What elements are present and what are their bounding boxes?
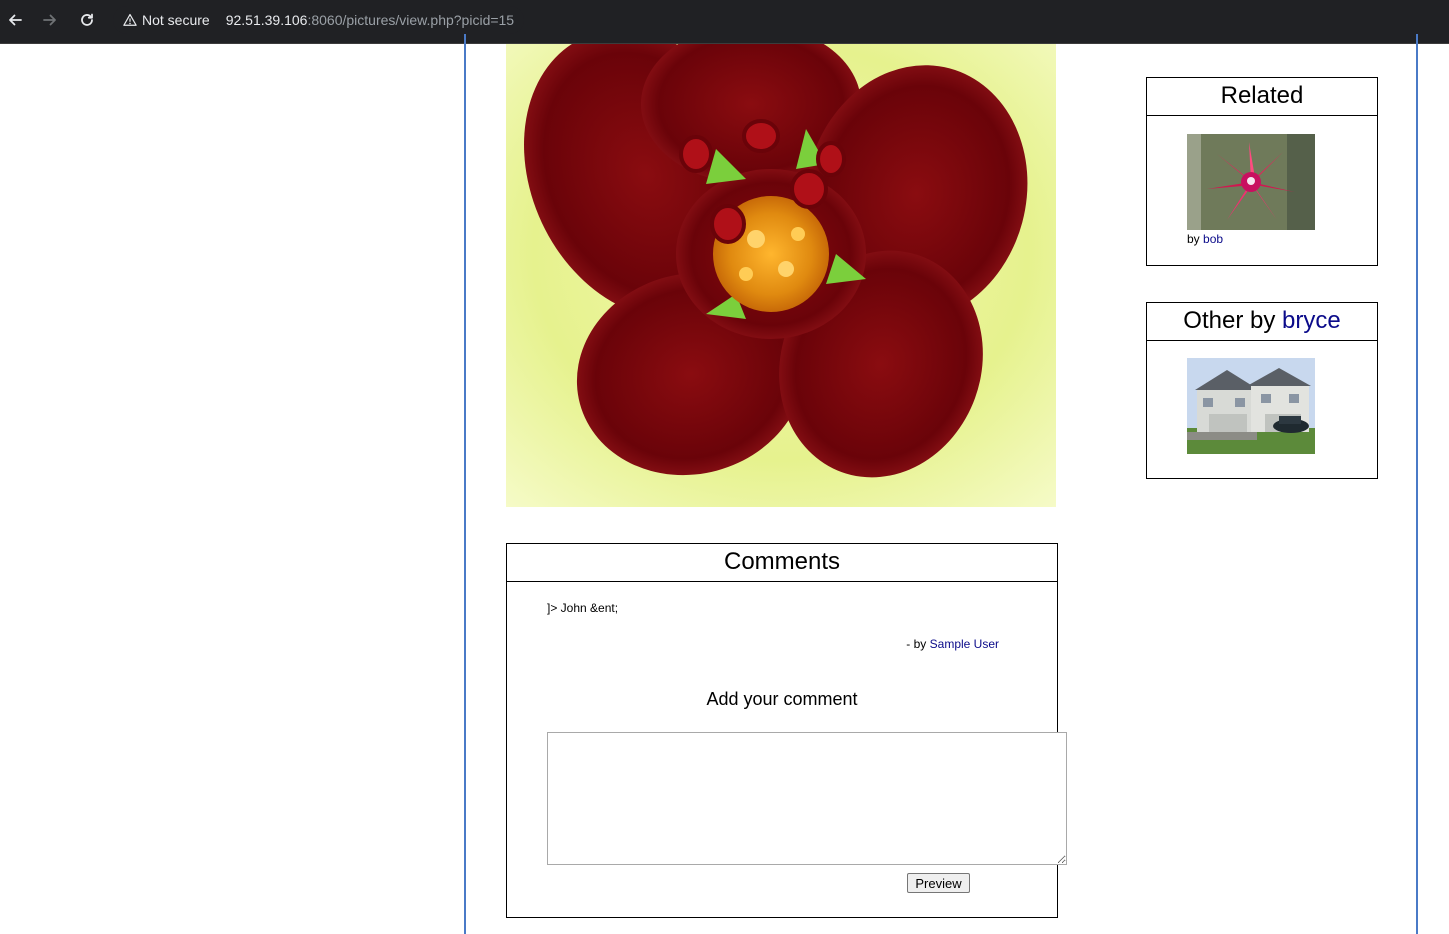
url-host: 92.51.39.106: [225, 12, 308, 28]
related-author-link[interactable]: bob: [1203, 232, 1223, 246]
back-button[interactable]: [1, 8, 29, 32]
warning-triangle-icon: [123, 13, 137, 26]
address-bar[interactable]: Not secure 92.51.39.106:8060/pictures/vi…: [113, 6, 525, 34]
comments-panel: Comments ]> John &ent; - by Sample User …: [506, 543, 1067, 918]
security-indicator[interactable]: Not secure: [123, 12, 210, 28]
related-by-line: by bob: [1187, 232, 1223, 246]
security-label: Not secure: [142, 12, 210, 28]
add-comment-heading: Add your comment: [706, 689, 858, 709]
other-thumbnail[interactable]: [1187, 358, 1315, 454]
comment-author-link[interactable]: Sample User: [930, 637, 999, 651]
preview-button[interactable]: Preview: [907, 873, 970, 893]
main-picture: [506, 44, 1056, 507]
comment-text: ]> John &ent;: [547, 601, 619, 615]
arrow-right-icon: [43, 14, 56, 26]
arrow-left-icon: [9, 14, 22, 26]
comment-by-prefix: - by: [906, 637, 927, 651]
related-title: Related: [1147, 78, 1377, 116]
related-thumbnail[interactable]: [1187, 134, 1315, 230]
page-content: Related by bob Other by bryce Comments]…: [0, 34, 1449, 934]
comment-by-line: - by Sample User: [906, 637, 999, 651]
comments-title: Comments: [507, 544, 1057, 582]
related-by-prefix: by: [1187, 232, 1200, 246]
other-by-panel: Other by bryce: [1146, 302, 1378, 479]
reload-button[interactable]: [73, 8, 101, 32]
related-panel: Related by bob: [1146, 77, 1378, 266]
other-by-title: Other by bryce: [1147, 303, 1377, 341]
forward-button[interactable]: [36, 8, 64, 32]
other-by-prefix: Other by: [1183, 307, 1276, 334]
comment-textarea[interactable]: [547, 732, 1067, 865]
url-path: :8060/pictures/view.php?picid=15: [307, 12, 515, 28]
reload-icon: [81, 13, 93, 26]
other-author-link[interactable]: bryce: [1282, 307, 1341, 334]
